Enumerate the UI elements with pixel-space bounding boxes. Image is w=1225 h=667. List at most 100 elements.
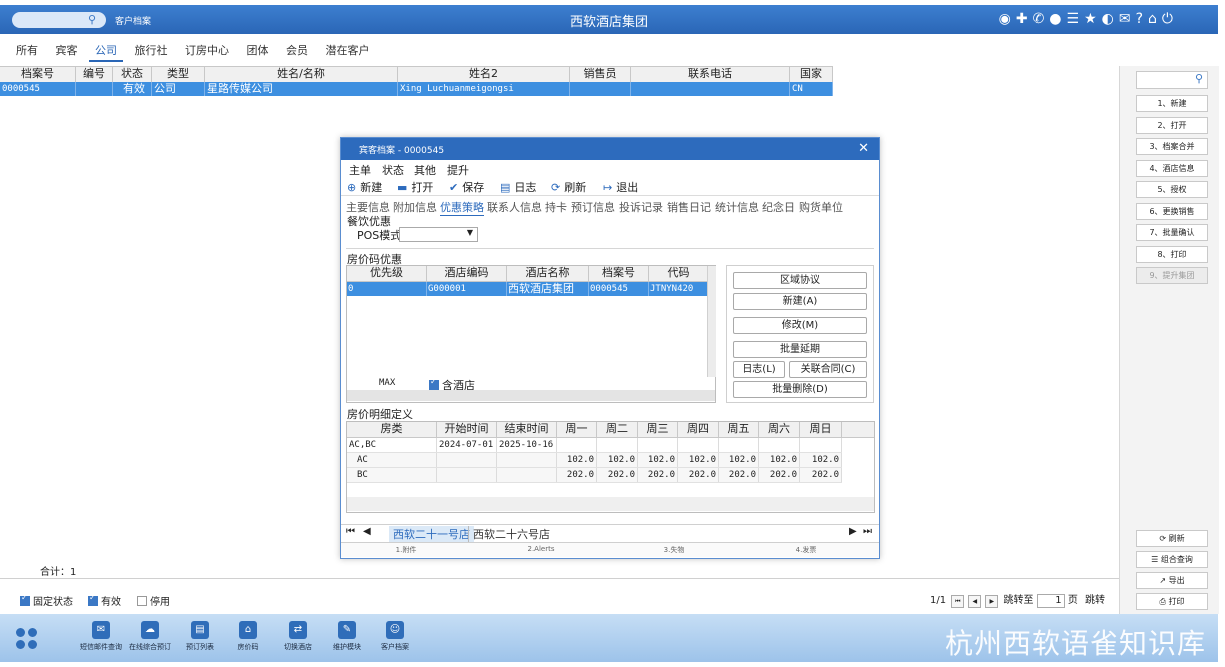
toolbar-new-button[interactable]: ⊕ 新建 [347,179,382,195]
batch-delete-button[interactable]: 批量删除(D) [733,381,867,398]
col-header[interactable]: 周五 [719,422,759,437]
col-header[interactable]: 开始时间 [437,422,497,437]
table-row[interactable]: AC,BC 2024-07-01 2025-10-16 [347,438,842,453]
hotel-tab-21[interactable]: 西软二十一号店 [389,526,474,542]
tab-group[interactable]: 团体 [241,40,275,60]
col-header[interactable]: 优先级 [347,266,427,281]
alerts-tab[interactable]: 2.Alerts [521,545,561,553]
toolbar-log-button[interactable]: ▤ 日志 [500,179,536,195]
last-tab-icon[interactable]: ⏭ [863,526,872,537]
tab-anniversary[interactable]: 纪念日 [762,199,795,215]
col-header[interactable]: 状态 [113,67,152,82]
tab-complaints[interactable]: 投诉记录 [619,199,663,215]
toolbar-open-button[interactable]: ▬ 打开 [397,179,433,195]
fixed-status-checkbox[interactable]: 固定状态 [20,593,73,608]
table-row[interactable]: AC 102.0 102.0 102.0 102.0 102.0 102.0 1… [347,453,842,468]
star-icon[interactable]: ★ [1084,11,1102,27]
tab-statistics[interactable]: 统计信息 [715,199,759,215]
panel-search-input[interactable]: ⚲ [1136,71,1208,89]
tab-all[interactable]: 所有 [10,40,44,60]
dock-maintenance[interactable]: ✎ 维护模块 [327,621,367,652]
dock-sms-mail[interactable]: ✉ 短信邮件查询 [76,621,126,652]
home-icon[interactable]: ⌂ [1148,11,1162,27]
col-header[interactable]: 销售员 [570,67,631,82]
close-icon[interactable]: ✕ [858,141,869,156]
col-header[interactable]: 周四 [678,422,719,437]
rate-new-button[interactable]: 新建(A) [733,293,867,310]
col-header[interactable]: 周六 [759,422,800,437]
col-header[interactable]: 姓名2 [398,67,570,82]
prev-tab-icon[interactable]: ◀ [363,526,371,537]
invoice-tab[interactable]: 4.发票 [791,545,821,555]
phone-icon[interactable]: ✆ [1033,11,1050,27]
lost-found-tab[interactable]: 3.失物 [659,545,689,555]
first-page-button[interactable]: ⏮ [951,595,965,608]
export-button[interactable]: ↗ 导出 [1136,572,1208,589]
col-header[interactable]: 周日 [800,422,842,437]
col-header[interactable]: 结束时间 [497,422,557,437]
menu-other[interactable]: 其他 [414,162,436,178]
dialog-title-bar[interactable]: 宾客档案 - 0000545 ✕ [341,138,879,160]
menu-status[interactable]: 状态 [382,162,404,178]
combined-query-button[interactable]: ☰ 组合查询 [1136,551,1208,568]
col-header[interactable]: 房类 [347,422,437,437]
tab-contacts[interactable]: 联系人信息 [487,199,542,215]
related-contract-button[interactable]: 关联合同(C) [789,361,867,378]
tab-discount-policy[interactable]: 优惠策略 [440,199,484,216]
palette-icon[interactable]: ● [1049,11,1066,27]
col-header[interactable]: 类型 [152,67,205,82]
attachments-tab[interactable]: 1.附件 [391,545,421,555]
tab-potential[interactable]: 潜在客户 [320,40,376,60]
toolbar-refresh-button[interactable]: ⟳ 刷新 [551,179,586,195]
merge-profile-button[interactable]: 3、档案合并 [1136,138,1208,155]
dock-rate-code[interactable]: ⌂ 房价码 [228,621,268,652]
go-button[interactable]: 跳转 [1085,595,1105,606]
authorize-button[interactable]: 5、授权 [1136,181,1208,198]
dock-customer-profile[interactable]: ☺ 客户档案 [375,621,415,652]
toolbar-save-button[interactable]: ✔ 保存 [449,179,484,195]
hotel-info-button[interactable]: 4、酒店信息 [1136,160,1208,177]
prev-page-button[interactable]: ◀ [968,595,982,608]
contrast-icon[interactable]: ◐ [1102,11,1119,27]
print-button[interactable]: 8、打印 [1136,246,1208,263]
col-header[interactable]: 代码 [649,266,709,281]
col-header[interactable]: 国家 [790,67,833,82]
table-row[interactable]: BC 202.0 202.0 202.0 202.0 202.0 202.0 2… [347,468,842,483]
horizontal-scrollbar[interactable] [347,497,874,511]
dock-online-booking[interactable]: ☁ 在线综合预订 [127,621,173,652]
promote-group-button[interactable]: 9、提升集团 [1136,267,1208,284]
tab-member[interactable]: 会员 [280,40,314,60]
help-icon[interactable]: ? [1136,11,1148,27]
tab-booking-center[interactable]: 订房中心 [179,40,235,60]
tab-purchasing-unit[interactable]: 购货单位 [799,199,843,215]
col-header[interactable]: 周一 [557,422,597,437]
col-header[interactable]: 档案号 [0,67,76,82]
tab-travel-agency[interactable]: 旅行社 [129,40,174,60]
mail-icon[interactable]: ✉ [1119,11,1136,27]
col-header[interactable]: 酒店名称 [507,266,589,281]
col-header[interactable]: 联系电话 [631,67,790,82]
menu-main[interactable]: 主单 [349,162,371,178]
hotel-tab-26[interactable]: 西软二十六号店 [468,526,554,542]
tab-booking-info[interactable]: 预订信息 [571,199,615,215]
refresh-button[interactable]: ⟳ 刷新 [1136,530,1208,547]
tab-cards[interactable]: 持卡 [545,199,567,215]
menu-icon[interactable]: ☰ [1067,11,1085,27]
batch-confirm-button[interactable]: 7、批量确认 [1136,224,1208,241]
toolbar-exit-button[interactable]: ↦ 退出 [603,179,638,195]
disabled-checkbox[interactable]: 停用 [137,593,170,608]
change-sales-button[interactable]: 6、更换销售 [1136,203,1208,220]
col-header[interactable]: 周二 [597,422,638,437]
tab-additional-info[interactable]: 附加信息 [393,199,437,215]
next-page-button[interactable]: ▶ [985,595,999,608]
col-header[interactable]: 编号 [76,67,113,82]
tab-sales-diary[interactable]: 销售日记 [667,199,711,215]
vertical-scrollbar[interactable] [707,266,716,377]
next-tab-icon[interactable]: ▶ [849,526,857,537]
col-header[interactable]: 姓名/名称 [205,67,398,82]
print-bottom-button[interactable]: ⎙ 打印 [1136,593,1208,610]
new-button[interactable]: 1、新建 [1136,95,1208,112]
table-row[interactable]: 0000545 有效 公司 星路传媒公司 Xing Luchuanmeigong… [0,82,833,96]
search-icon[interactable]: ⚲ [1195,72,1203,85]
open-button[interactable]: 2、打开 [1136,117,1208,134]
